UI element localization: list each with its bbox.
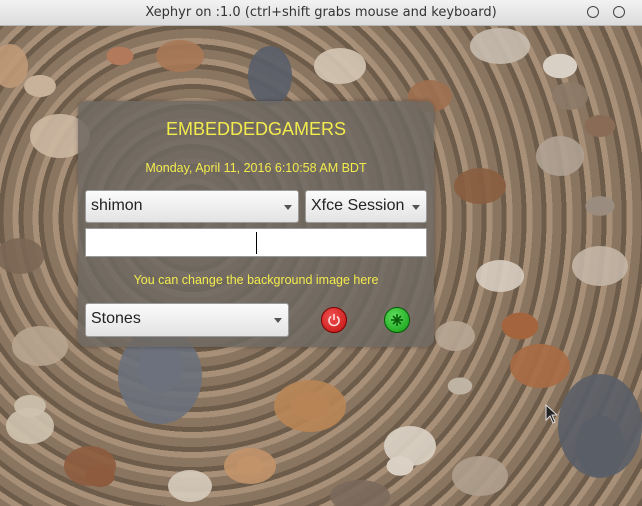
background-select[interactable]: Stones <box>85 303 289 337</box>
window-close-button[interactable] <box>613 6 625 18</box>
background-hint: You can change the background image here <box>133 273 379 287</box>
text-caret <box>256 232 257 254</box>
session-select-value: Xfce Session <box>311 197 405 214</box>
chevron-down-icon <box>274 318 282 323</box>
login-panel: EMBEDDEDGAMERS Monday, April 11, 2016 6:… <box>78 101 434 347</box>
hostname-label: EMBEDDEDGAMERS <box>165 119 347 139</box>
mouse-cursor-icon <box>545 404 557 424</box>
chevron-down-icon <box>284 204 292 210</box>
session-select[interactable]: Xfce Session <box>305 190 427 223</box>
password-input[interactable] <box>85 228 427 257</box>
login-button[interactable] <box>384 307 410 333</box>
user-select-value: shimon <box>91 197 143 214</box>
window-minimize-button[interactable] <box>587 6 599 18</box>
power-button[interactable] <box>321 307 347 333</box>
user-select[interactable]: shimon <box>85 190 299 223</box>
login-icon <box>391 314 403 326</box>
window-title: Xephyr on :1.0 (ctrl+shift grabs mouse a… <box>145 5 497 20</box>
background-select-value: Stones <box>91 310 141 327</box>
power-icon <box>328 314 340 327</box>
datetime-label: Monday, April 11, 2016 6:10:58 AM BDT <box>145 161 367 175</box>
window-titlebar[interactable]: Xephyr on :1.0 (ctrl+shift grabs mouse a… <box>0 0 642 26</box>
chevron-down-icon <box>412 204 420 210</box>
